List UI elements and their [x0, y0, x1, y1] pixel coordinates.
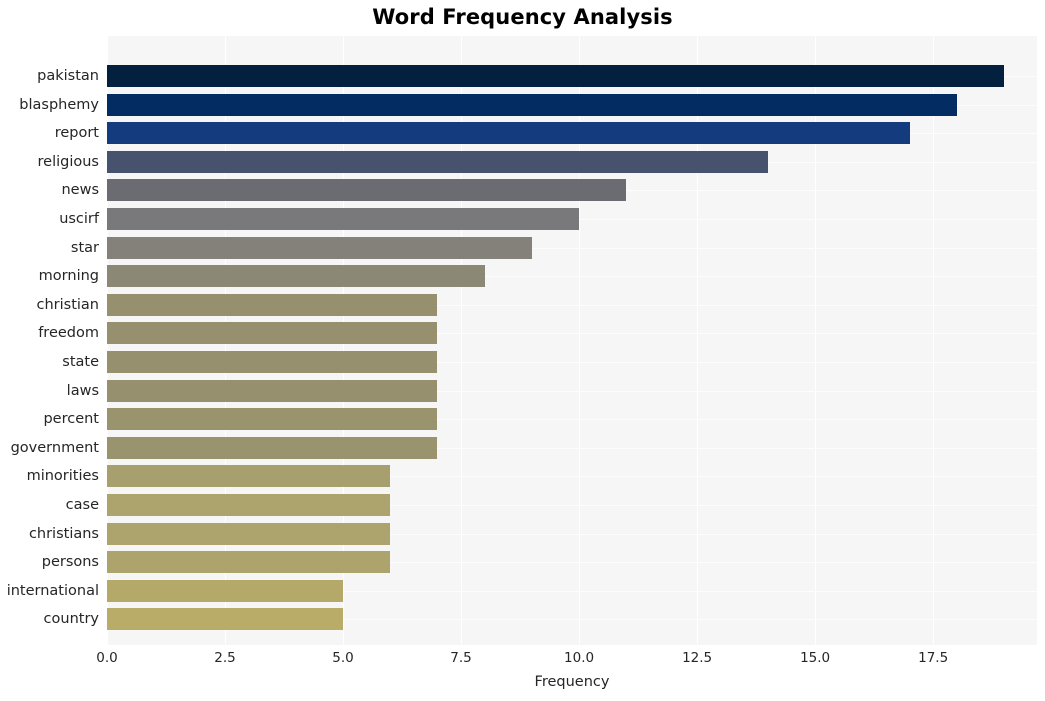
- bar-international[interactable]: [107, 579, 344, 602]
- bar-religious[interactable]: [107, 150, 768, 173]
- bar-percent[interactable]: [107, 408, 438, 431]
- bar-uscirf[interactable]: [107, 208, 580, 230]
- y-tick-label-case: case: [65, 497, 99, 513]
- y-tick-label-government: government: [10, 439, 99, 456]
- y-tick-label-christian: christian: [36, 296, 100, 313]
- bar-star[interactable]: [107, 236, 532, 259]
- y-tick-label-blasphemy: blasphemy: [19, 96, 99, 113]
- bar-christians[interactable]: [107, 522, 391, 545]
- y-tick-label-freedom: freedom: [38, 325, 99, 342]
- word-frequency-chart-figure: Word Frequency Analysis pakistan blasphem…: [0, 0, 1045, 701]
- bar-pakistan[interactable]: [107, 65, 1004, 87]
- bar-news[interactable]: [107, 179, 627, 202]
- x-tick-label-15.0: 15.0: [800, 650, 831, 666]
- chart-title: Word Frequency Analysis: [372, 5, 673, 29]
- x-axis-label: Frequency: [534, 674, 610, 690]
- y-tick-label-religious: religious: [37, 153, 99, 170]
- x-tick-label-17.5: 17.5: [918, 650, 949, 666]
- plot-area: [107, 36, 1037, 645]
- x-tick-label-2.5: 2.5: [214, 650, 236, 666]
- gridline-vertical-17.5: [933, 36, 935, 645]
- y-tick-label-uscirf: uscirf: [59, 211, 99, 227]
- y-tick-label-pakistan: pakistan: [37, 68, 99, 84]
- bar-minorities[interactable]: [107, 465, 391, 488]
- y-tick-label-state: state: [62, 354, 99, 370]
- y-tick-label-persons: persons: [41, 554, 99, 571]
- x-tick-label-5.0: 5.0: [332, 650, 354, 666]
- bar-case[interactable]: [107, 494, 391, 516]
- bar-persons[interactable]: [107, 551, 391, 574]
- y-tick-label-report: report: [54, 125, 99, 142]
- x-tick-label-10.0: 10.0: [564, 650, 595, 666]
- x-tick-label-7.5: 7.5: [450, 650, 472, 666]
- y-tick-label-star: star: [70, 239, 99, 256]
- bar-laws[interactable]: [107, 379, 438, 402]
- bar-blasphemy[interactable]: [107, 93, 957, 116]
- y-tick-label-country: country: [43, 611, 99, 628]
- x-tick-label-0.0: 0.0: [96, 650, 118, 666]
- y-tick-label-international: international: [6, 582, 99, 599]
- y-tick-label-morning: morning: [38, 268, 99, 285]
- x-tick-label-12.5: 12.5: [682, 650, 713, 666]
- bar-christian[interactable]: [107, 293, 438, 316]
- bar-freedom[interactable]: [107, 322, 438, 345]
- y-tick-label-christians: christians: [28, 525, 99, 542]
- bar-government[interactable]: [107, 436, 438, 459]
- y-tick-label-news: news: [61, 182, 99, 199]
- bar-report[interactable]: [107, 122, 910, 145]
- y-tick-label-minorities: minorities: [26, 468, 99, 485]
- bar-country[interactable]: [107, 608, 344, 631]
- y-tick-label-percent: percent: [43, 411, 99, 428]
- y-tick-label-laws: laws: [66, 382, 99, 399]
- bar-morning[interactable]: [107, 265, 485, 288]
- bar-state[interactable]: [107, 351, 438, 373]
